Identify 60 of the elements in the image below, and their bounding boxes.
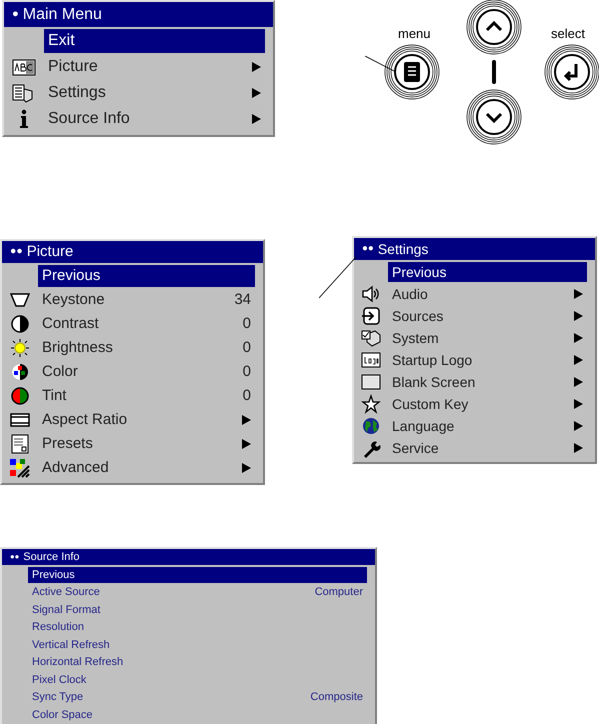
menu-item[interactable]: Vertical Refresh	[28, 637, 367, 652]
menu-item[interactable]: Sync Type Composite	[28, 690, 367, 705]
menu-item[interactable]: Service	[388, 438, 587, 458]
star-icon	[361, 394, 381, 414]
menu-item[interactable]: Color 0	[38, 361, 255, 383]
menu-item[interactable]: Previous	[388, 262, 587, 282]
up-button[interactable]	[466, 0, 522, 55]
menu-item[interactable]: Color Space	[28, 707, 367, 722]
button-label: menu	[398, 25, 431, 43]
logo-tile-icon	[361, 350, 381, 370]
menu-item[interactable]: Language	[388, 416, 587, 436]
leader-line	[319, 256, 357, 299]
speaker-icon	[361, 284, 381, 304]
preset-list-icon	[10, 434, 30, 454]
level-marker: ●	[12, 7, 19, 22]
globe-icon	[361, 416, 381, 436]
button-label: select	[551, 25, 585, 43]
menu-item[interactable]: Presets	[38, 433, 255, 455]
menu-item[interactable]: Keystone 34	[38, 289, 255, 311]
menu-item[interactable]: Exit	[44, 29, 265, 53]
level-marker: ●●	[362, 242, 374, 256]
menu-item[interactable]: Tint 0	[38, 385, 255, 407]
color-wheel-icon	[10, 362, 30, 382]
level-marker: ●●	[10, 244, 23, 260]
menu-title: Picture	[26, 242, 74, 262]
menu-item[interactable]: Custom Key	[388, 394, 587, 414]
tint-icon	[10, 386, 30, 406]
menu-item[interactable]: System	[388, 328, 587, 348]
menu-item[interactable]: Active Source Computer	[28, 584, 367, 600]
select-button[interactable]	[544, 44, 599, 100]
menu-item[interactable]: Settings	[44, 81, 265, 105]
menu-title: Source Info	[23, 550, 80, 565]
pattern-icon	[10, 458, 30, 478]
contrast-icon	[10, 314, 30, 334]
menu-title: Main Menu	[22, 4, 102, 24]
menu-item[interactable]: Sources	[388, 306, 587, 326]
abc-picture-icon	[12, 57, 36, 77]
down-button[interactable]	[466, 89, 522, 145]
menu-item[interactable]: Brightness 0	[38, 337, 255, 359]
menu-item[interactable]: Startup Logo	[388, 350, 587, 370]
menu-item[interactable]: Picture	[44, 55, 265, 79]
divider-bar	[492, 60, 496, 84]
menu-item[interactable]: Blank Screen	[388, 372, 587, 392]
blank-screen-icon	[361, 372, 381, 392]
menu-item[interactable]: Previous	[28, 567, 367, 582]
menu-item[interactable]: Advanced	[38, 457, 255, 479]
menu-item[interactable]: Resolution	[28, 620, 367, 635]
menu-item[interactable]: Previous	[38, 265, 255, 287]
menu-item[interactable]: Contrast 0	[38, 313, 255, 335]
menu-item[interactable]: Horizontal Refresh	[28, 654, 367, 670]
menu-item[interactable]: Aspect Ratio	[38, 409, 255, 431]
menu-item[interactable]: Signal Format	[28, 602, 367, 618]
leader-line	[365, 56, 395, 72]
system-box-icon	[361, 328, 381, 348]
menu-item[interactable]: Audio	[388, 284, 587, 304]
menu-item[interactable]: Source Info	[44, 107, 265, 131]
menu-item[interactable]: Pixel Clock	[28, 672, 367, 688]
menu-button[interactable]	[384, 44, 440, 100]
menu-title: Settings	[378, 240, 428, 259]
sun-icon	[10, 338, 30, 358]
